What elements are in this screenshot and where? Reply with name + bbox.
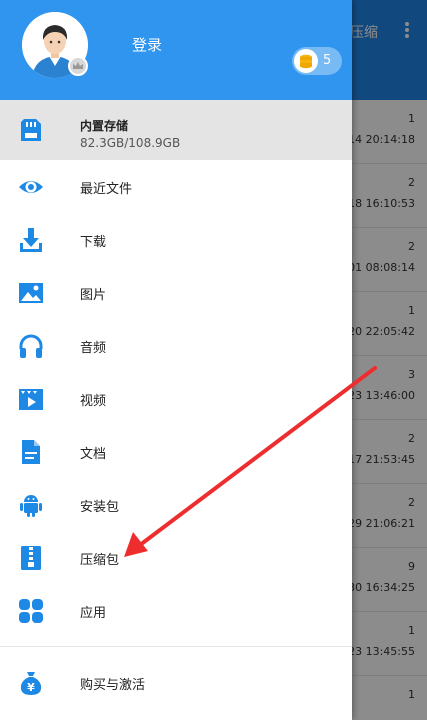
apps-icon <box>17 597 45 625</box>
image-icon <box>17 279 45 307</box>
menu-item-label: 下载 <box>80 235 107 250</box>
money-bag-icon: ¥ <box>17 669 45 697</box>
menu-item-label: 音频 <box>80 341 107 356</box>
eye-icon <box>17 173 45 201</box>
coin-icon <box>294 49 318 73</box>
menu-item-archives[interactable]: 压缩包 <box>0 531 352 584</box>
menu-item-recent[interactable]: 最近文件 <box>0 160 352 213</box>
storage-size: 82.3GB/108.9GB <box>80 136 181 150</box>
vip-crown-icon <box>68 56 88 76</box>
svg-text:¥: ¥ <box>27 681 35 694</box>
document-icon <box>17 438 45 466</box>
menu-item-video[interactable]: 视频 <box>0 372 352 425</box>
headphones-icon <box>17 332 45 360</box>
menu-item-label: 图片 <box>80 288 107 303</box>
menu-item-label: 最近文件 <box>80 182 133 197</box>
menu-item-label: 压缩包 <box>80 553 120 568</box>
menu-item-apps[interactable]: 应用 <box>0 584 352 637</box>
menu-item-label: 购买与激活 <box>80 678 146 693</box>
sd-card-icon <box>17 116 45 144</box>
navigation-drawer: 登录 5 内置存储 82.3GB/108.9GB 最近文件 下载 图片 音频 视… <box>0 0 352 720</box>
storage-name: 内置存储 <box>80 119 129 133</box>
divider <box>0 646 352 647</box>
menu-item-documents[interactable]: 文档 <box>0 425 352 478</box>
android-icon <box>17 491 45 519</box>
zip-icon <box>17 544 45 572</box>
coin-count: 5 <box>323 53 332 68</box>
menu-item-label: 视频 <box>80 394 107 409</box>
menu-item-images[interactable]: 图片 <box>0 266 352 319</box>
menu-item-label: 文档 <box>80 447 107 462</box>
menu-item-purchase[interactable]: ¥ 购买与激活 <box>0 656 352 709</box>
menu-item-audio[interactable]: 音频 <box>0 319 352 372</box>
video-icon <box>17 385 45 413</box>
coin-balance[interactable]: 5 <box>292 47 342 75</box>
menu-item-download[interactable]: 下载 <box>0 213 352 266</box>
menu-item-label: 安装包 <box>80 500 120 515</box>
menu-item-apk[interactable]: 安装包 <box>0 478 352 531</box>
screen: 压缩 1 -14 20:14:18 2 -18 16:10:53 2 01 08… <box>0 0 427 720</box>
menu-item-label: 应用 <box>80 606 107 621</box>
login-link[interactable]: 登录 <box>132 34 162 55</box>
drawer-header: 登录 5 <box>0 0 352 100</box>
internal-storage-item[interactable]: 内置存储 82.3GB/108.9GB <box>0 100 352 160</box>
download-icon <box>17 226 45 254</box>
